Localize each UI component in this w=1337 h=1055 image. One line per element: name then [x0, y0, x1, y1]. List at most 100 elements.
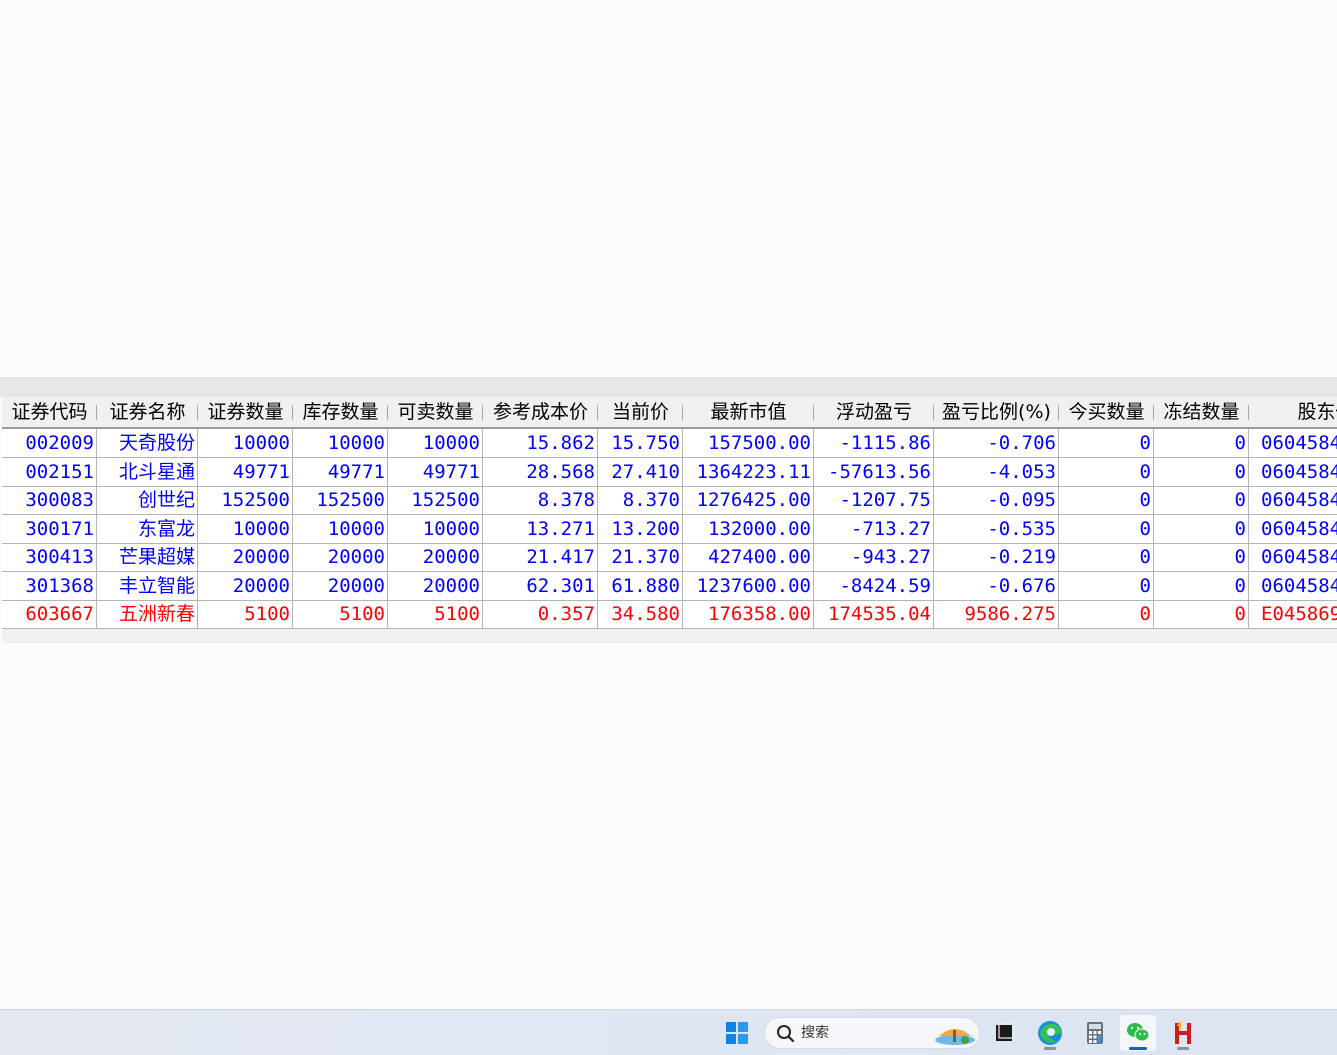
header-divider[interactable] [197, 405, 198, 420]
cell-pnl: -57613.56 [814, 458, 934, 486]
header-divider[interactable] [597, 405, 598, 420]
header-pnl-pct-col[interactable]: 盈亏比例(%) [934, 397, 1059, 427]
table-row[interactable]: 301368 丰立智能 20000 20000 20000 62.301 61.880 123… [2, 572, 1337, 601]
header-holder-col[interactable]: 股东代码 [1249, 397, 1337, 427]
cell-sellable: 20000 [388, 543, 483, 571]
cell-quantity: 20000 [198, 543, 293, 571]
taskbar: 搜索 [0, 1009, 1337, 1055]
search-placeholder: 搜索 [801, 1025, 829, 1041]
cell-pnl: -8424.59 [814, 572, 934, 600]
header-divider[interactable] [1058, 405, 1059, 420]
header-code-col[interactable]: 证券代码 [2, 397, 97, 427]
cell-holder: 0604584 [1261, 432, 1337, 454]
cell-cost: 13.271 [483, 515, 598, 543]
header-divider[interactable] [387, 405, 388, 420]
header-cost-col[interactable]: 参考成本价 [483, 397, 598, 427]
cell-market-value: 1276425.00 [683, 486, 814, 514]
cell-cost: 0.357 [483, 600, 598, 628]
task-view-icon [996, 1022, 1015, 1041]
cell-holder: E045869 [1261, 603, 1337, 625]
cell-holder: 0604584 [1261, 489, 1337, 511]
table-row[interactable]: 002009 天奇股份 10000 10000 10000 15.862 15.750 157… [2, 429, 1337, 458]
header-divider[interactable] [292, 405, 293, 420]
header-divider[interactable] [813, 405, 814, 420]
cell-quantity: 5100 [198, 600, 293, 628]
cell-buy-today: 0 [1059, 600, 1154, 628]
cell-market-value: 157500.00 [683, 429, 814, 457]
active-indicator [1129, 1047, 1147, 1050]
cell-name: 丰立智能 [97, 572, 198, 600]
cell-frozen: 0 [1154, 458, 1249, 486]
cell-stock: 49771 [293, 458, 388, 486]
start-button[interactable] [719, 1015, 755, 1051]
cell-name: 创世纪 [97, 486, 198, 514]
cell-pnl-pct: -0.095 [934, 486, 1059, 514]
cell-code: 301368 [2, 572, 97, 600]
cell-pnl-pct: -0.219 [934, 543, 1059, 571]
cell-cost: 8.378 [483, 486, 598, 514]
holdings-grid[interactable]: 证券代码 证券名称 证券数量 库存数量 可卖数量 参考成本价 当前价 最新市值 浮动盈亏 盈亏比例… [2, 397, 1337, 643]
wechat-taskbar-button[interactable] [1120, 1015, 1156, 1051]
search-icon [777, 1025, 795, 1043]
header-divider[interactable] [482, 405, 483, 420]
cell-stock: 10000 [293, 515, 388, 543]
cell-sellable: 5100 [388, 600, 483, 628]
header-divider[interactable] [96, 405, 97, 420]
header-buy-today-col[interactable]: 今买数量 [1059, 397, 1154, 427]
header-divider[interactable] [682, 405, 683, 420]
cell-price: 8.370 [598, 486, 683, 514]
cell-frozen: 0 [1154, 600, 1249, 628]
cell-frozen: 0 [1154, 543, 1249, 571]
cell-buy-today: 0 [1059, 515, 1154, 543]
cell-quantity: 10000 [198, 429, 293, 457]
header-divider[interactable] [1153, 405, 1154, 420]
cell-sellable: 152500 [388, 486, 483, 514]
header-market-value-col[interactable]: 最新市值 [683, 397, 814, 427]
cell-frozen: 0 [1154, 515, 1249, 543]
cell-pnl-pct: -0.706 [934, 429, 1059, 457]
cell-buy-today: 0 [1059, 543, 1154, 571]
calculator-icon [1087, 1022, 1103, 1044]
grid-header: 证券代码 证券名称 证券数量 库存数量 可卖数量 参考成本价 当前价 最新市值 浮动盈亏 盈亏比例… [2, 397, 1337, 429]
grid-toolbar-band [0, 377, 1337, 397]
header-pnl-col[interactable]: 浮动盈亏 [814, 397, 934, 427]
header-divider[interactable] [933, 405, 934, 420]
trading-app-taskbar-button[interactable] [1165, 1015, 1201, 1051]
cell-price: 21.370 [598, 543, 683, 571]
header-price-col[interactable]: 当前价 [598, 397, 683, 427]
header-frozen-col[interactable]: 冻结数量 [1154, 397, 1249, 427]
cell-sellable: 49771 [388, 458, 483, 486]
header-divider[interactable] [1248, 405, 1249, 420]
header-stock-col[interactable]: 库存数量 [293, 397, 388, 427]
table-row[interactable]: 300083 创世纪 152500 152500 152500 8.378 8.370 127… [2, 486, 1337, 515]
table-row[interactable]: 300171 东富龙 10000 10000 10000 13.271 13.200 1320… [2, 515, 1337, 544]
task-view-button[interactable] [986, 1015, 1022, 1051]
cell-market-value: 1237600.00 [683, 572, 814, 600]
cell-pnl: -713.27 [814, 515, 934, 543]
cell-quantity: 49771 [198, 458, 293, 486]
cell-frozen: 0 [1154, 486, 1249, 514]
cell-name: 东富龙 [97, 515, 198, 543]
cell-buy-today: 0 [1059, 572, 1154, 600]
header-sellable-col[interactable]: 可卖数量 [388, 397, 483, 427]
cell-pnl: -943.27 [814, 543, 934, 571]
cell-code: 300083 [2, 486, 97, 514]
cell-pnl-pct: -0.676 [934, 572, 1059, 600]
cell-quantity: 10000 [198, 515, 293, 543]
cell-stock: 152500 [293, 486, 388, 514]
cell-stock: 20000 [293, 572, 388, 600]
table-row[interactable]: 300413 芒果超媒 20000 20000 20000 21.417 21.370 427… [2, 543, 1337, 572]
cell-frozen: 0 [1154, 572, 1249, 600]
table-row[interactable]: 603667 五洲新春 5100 5100 5100 0.357 34.580 176358.… [2, 600, 1337, 629]
header-quantity-col[interactable]: 证券数量 [198, 397, 293, 427]
header-name-col[interactable]: 证券名称 [97, 397, 198, 427]
edge-taskbar-button[interactable] [1032, 1015, 1068, 1051]
cell-stock: 20000 [293, 543, 388, 571]
cell-stock: 5100 [293, 600, 388, 628]
cell-stock: 10000 [293, 429, 388, 457]
taskbar-search[interactable]: 搜索 [764, 1017, 980, 1049]
cell-cost: 21.417 [483, 543, 598, 571]
calculator-taskbar-button[interactable] [1077, 1015, 1113, 1051]
cell-name: 五洲新春 [97, 600, 198, 628]
table-row[interactable]: 002151 北斗星通 49771 49771 49771 28.568 27.410 136… [2, 458, 1337, 487]
